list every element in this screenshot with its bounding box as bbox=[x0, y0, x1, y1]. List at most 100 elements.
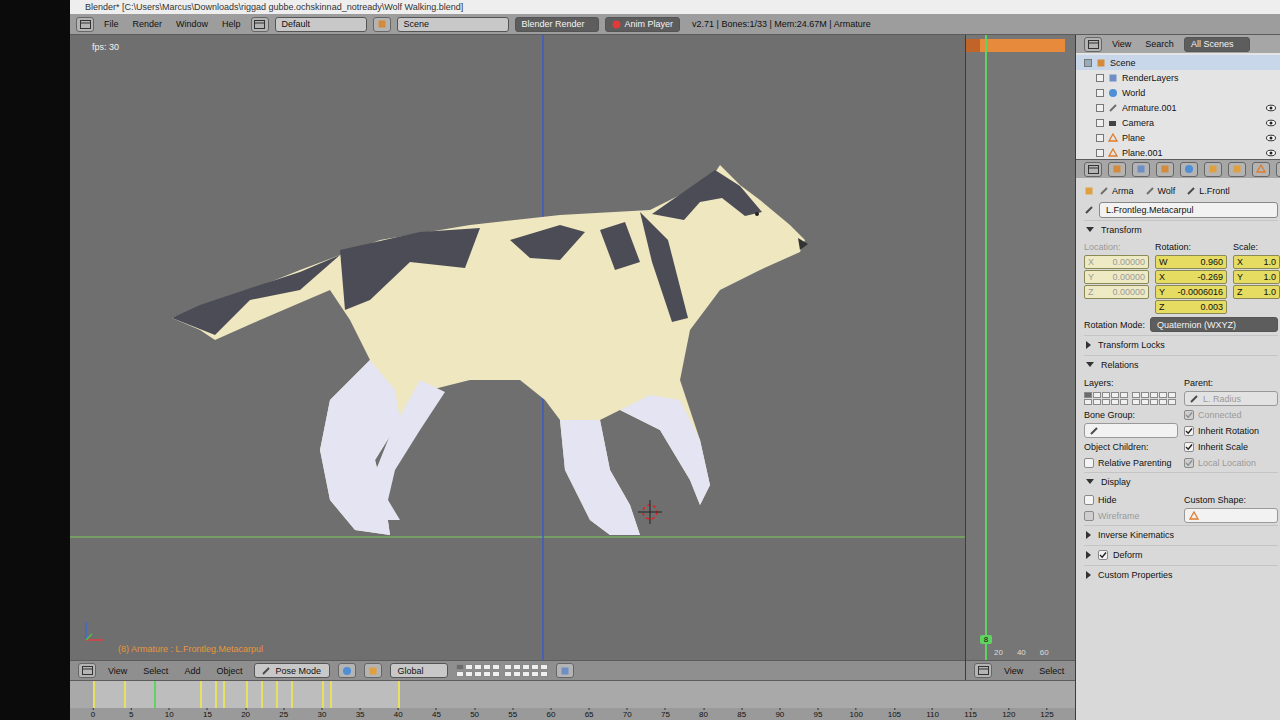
eye-icon[interactable] bbox=[1266, 134, 1276, 142]
layout-field[interactable]: Default bbox=[275, 17, 367, 32]
layer-toggle[interactable] bbox=[1132, 399, 1140, 405]
transform-locks-header[interactable]: Transform Locks bbox=[1084, 335, 1278, 353]
menu-item[interactable]: Search bbox=[1141, 39, 1178, 49]
layer-toggle[interactable] bbox=[1102, 399, 1110, 405]
editor-type-button[interactable] bbox=[1084, 162, 1102, 177]
number-field[interactable]: Y-0.0006016 bbox=[1155, 285, 1227, 299]
outliner-item[interactable]: Armature.001 bbox=[1076, 100, 1280, 115]
number-field[interactable]: W0.960 bbox=[1155, 255, 1227, 269]
expand-toggle[interactable] bbox=[1096, 104, 1104, 112]
editor-type-button[interactable] bbox=[78, 663, 96, 678]
outliner-item[interactable]: Camera bbox=[1076, 115, 1280, 130]
menu-item[interactable]: Add bbox=[180, 666, 204, 676]
menu-item[interactable]: Select bbox=[139, 666, 172, 676]
layer-toggle[interactable] bbox=[1111, 392, 1119, 398]
breadcrumb-item[interactable]: Arma bbox=[1099, 186, 1134, 196]
disclosure-triangle-icon[interactable] bbox=[1086, 341, 1091, 349]
viewport[interactable]: fps: 30(8) Armature : L.Frontleg.Metacar… bbox=[70, 35, 965, 660]
eye-icon[interactable] bbox=[1266, 119, 1276, 127]
layer-toggle[interactable] bbox=[492, 664, 500, 670]
checkbox[interactable] bbox=[1184, 426, 1194, 436]
render-engine-dropdown[interactable]: Blender Render bbox=[515, 17, 599, 32]
layer-toggle[interactable] bbox=[513, 664, 521, 670]
keyframe-marker[interactable] bbox=[276, 681, 278, 708]
keyframe-marker[interactable] bbox=[398, 681, 400, 708]
keyframe-marker[interactable] bbox=[322, 681, 324, 708]
current-frame-badge[interactable]: 8 bbox=[980, 635, 992, 644]
layer-toggle[interactable] bbox=[540, 671, 548, 677]
number-field[interactable]: X-0.269 bbox=[1155, 270, 1227, 284]
keyframe-marker[interactable] bbox=[223, 681, 225, 708]
expand-toggle[interactable] bbox=[1096, 134, 1104, 142]
keyframe-marker[interactable] bbox=[246, 681, 248, 708]
layer-toggle[interactable] bbox=[504, 671, 512, 677]
layer-toggle[interactable] bbox=[483, 664, 491, 670]
custom-shape-field[interactable] bbox=[1184, 508, 1278, 523]
expand-toggle[interactable] bbox=[1084, 59, 1092, 67]
anim-player-button[interactable]: Anim Player bbox=[605, 17, 681, 32]
menu-item[interactable]: View bbox=[1108, 39, 1135, 49]
context-tab[interactable] bbox=[1228, 162, 1246, 177]
keyframe-track[interactable] bbox=[70, 681, 1075, 708]
breadcrumb-item[interactable]: L.Frontl bbox=[1186, 186, 1230, 196]
breadcrumb-item[interactable]: Wolf bbox=[1145, 186, 1176, 196]
wolf-model[interactable] bbox=[172, 165, 808, 535]
layer-toggle[interactable] bbox=[1141, 399, 1149, 405]
layer-toggle[interactable] bbox=[1111, 399, 1119, 405]
summary-channel[interactable] bbox=[966, 39, 1065, 52]
layer-toggle[interactable] bbox=[474, 671, 482, 677]
keyframe-marker[interactable] bbox=[200, 681, 202, 708]
layer-toggle[interactable] bbox=[483, 671, 491, 677]
expand-toggle[interactable] bbox=[1096, 119, 1104, 127]
layer-toggle[interactable] bbox=[1159, 399, 1167, 405]
number-field[interactable]: Z0.003 bbox=[1155, 300, 1227, 314]
expand-toggle[interactable] bbox=[1096, 74, 1104, 82]
menu-item[interactable]: Help bbox=[218, 19, 245, 29]
menu-item[interactable]: Select bbox=[1035, 666, 1068, 676]
shading-button[interactable] bbox=[338, 663, 356, 678]
panel-header[interactable]: Deform bbox=[1084, 545, 1278, 563]
keyframe-marker[interactable] bbox=[291, 681, 293, 708]
outliner-item[interactable]: Scene bbox=[1076, 55, 1280, 70]
layer-toggle[interactable] bbox=[456, 671, 464, 677]
layer-toggle[interactable] bbox=[504, 664, 512, 670]
checkbox[interactable] bbox=[1084, 495, 1094, 505]
dope-sheet-area[interactable]: 8204060 bbox=[966, 35, 1075, 660]
menu-item[interactable]: File bbox=[100, 19, 123, 29]
layer-toggle[interactable] bbox=[522, 664, 530, 670]
current-frame-line[interactable] bbox=[154, 681, 156, 708]
context-tab[interactable] bbox=[1252, 162, 1270, 177]
layer-toggle[interactable] bbox=[531, 671, 539, 677]
number-field[interactable]: Y1.0 bbox=[1233, 270, 1280, 284]
checkbox[interactable] bbox=[1098, 550, 1108, 560]
layer-toggle[interactable] bbox=[1141, 392, 1149, 398]
layer-toggle[interactable] bbox=[456, 664, 464, 670]
rotation-mode-dropdown[interactable]: Quaternion (WXYZ) bbox=[1150, 317, 1278, 332]
number-field[interactable]: X1.0 bbox=[1233, 255, 1280, 269]
layer-toggle[interactable] bbox=[540, 664, 548, 670]
keyframe-marker[interactable] bbox=[93, 681, 95, 708]
relation-option[interactable]: Inherit Rotation bbox=[1184, 423, 1278, 438]
timeline[interactable]: 0510152025303540455055606570758085909510… bbox=[70, 680, 1075, 720]
context-tab[interactable] bbox=[1204, 162, 1222, 177]
layer-toggle[interactable] bbox=[1093, 399, 1101, 405]
layer-toggle[interactable] bbox=[522, 671, 530, 677]
layer-toggle[interactable] bbox=[474, 664, 482, 670]
mode-dropdown[interactable]: Pose Mode bbox=[254, 663, 330, 678]
layer-toggle[interactable] bbox=[513, 671, 521, 677]
layer-toggle[interactable] bbox=[531, 664, 539, 670]
expand-toggle[interactable] bbox=[1096, 149, 1104, 157]
layer-toggle[interactable] bbox=[465, 671, 473, 677]
disclosure-triangle-icon[interactable] bbox=[1086, 571, 1091, 579]
layer-toggle[interactable] bbox=[1168, 392, 1176, 398]
menu-item[interactable]: View bbox=[1000, 666, 1027, 676]
expand-toggle[interactable] bbox=[1096, 89, 1104, 97]
pivot-button[interactable] bbox=[364, 663, 382, 678]
eye-icon[interactable] bbox=[1266, 149, 1276, 157]
panel-header[interactable]: Custom Properties bbox=[1084, 565, 1278, 583]
editor-type-button[interactable] bbox=[1084, 37, 1102, 52]
bone-group-field[interactable] bbox=[1084, 423, 1178, 438]
keyframe-marker[interactable] bbox=[330, 681, 332, 708]
outliner-item[interactable]: RenderLayers bbox=[1076, 70, 1280, 85]
menu-item[interactable]: Window bbox=[172, 19, 212, 29]
